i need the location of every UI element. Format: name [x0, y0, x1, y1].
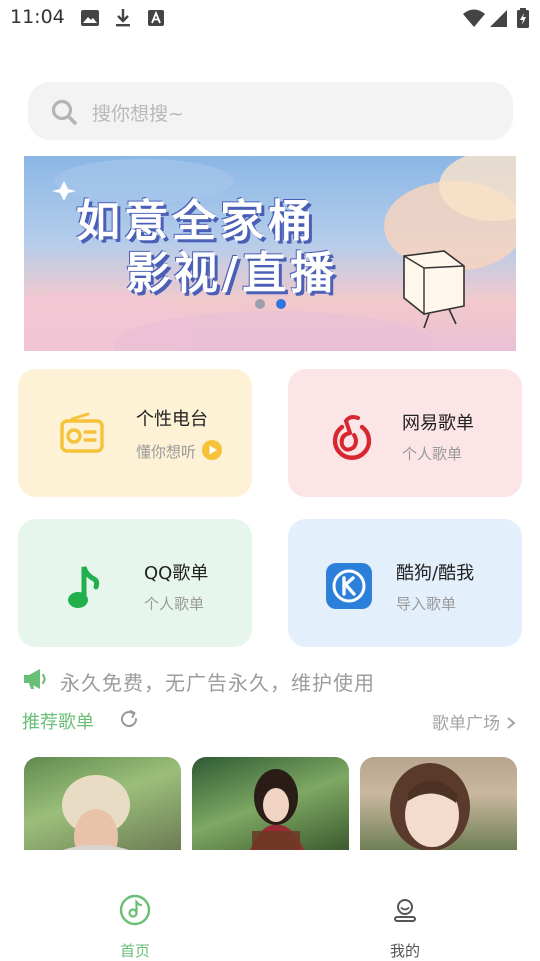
music-disc-icon: [119, 894, 151, 926]
search-icon: [51, 99, 77, 125]
image-notification-icon: [81, 10, 99, 26]
tab-label: 我的: [390, 942, 421, 960]
card-netease-playlist[interactable]: 网易歌单 个人歌单: [288, 369, 522, 497]
search-bar[interactable]: 搜你想搜~: [28, 82, 513, 140]
card-kugou-kuwo[interactable]: 酷狗/酷我 导入歌单: [288, 519, 522, 647]
radio-icon: [60, 412, 104, 453]
card-subtitle: 个人歌单: [144, 595, 205, 613]
carousel-dot[interactable]: [255, 299, 265, 309]
signal-icon: [490, 10, 507, 27]
card-title: 酷狗/酷我: [396, 563, 475, 584]
search-placeholder: 搜你想搜~: [92, 103, 184, 125]
card-title: 网易歌单: [402, 413, 474, 434]
plaza-label: 歌单广场: [432, 714, 500, 734]
promo-banner[interactable]: 如意全家桶 影视/直播: [24, 156, 516, 351]
card-title: 个性电台: [136, 409, 208, 430]
chevron-right-icon: [507, 717, 516, 729]
playlist-cover[interactable]: [192, 757, 349, 850]
playlist-cover-art: [390, 763, 470, 850]
playlist-cover-art: [62, 775, 130, 850]
playlist-cover-art: [250, 769, 304, 850]
tab-label: 首页: [120, 942, 151, 960]
status-time: 11:04: [10, 6, 65, 28]
section-title: 推荐歌单: [22, 712, 94, 733]
refresh-icon[interactable]: [118, 708, 140, 730]
playlist-plaza-link[interactable]: 歌单广场: [432, 709, 517, 734]
bottom-tab-bar: 首页 我的: [0, 870, 540, 960]
download-notification-icon: [116, 9, 130, 27]
kugou-icon: [326, 563, 372, 609]
tab-mine[interactable]: 我的: [370, 894, 440, 960]
carousel-dot-active[interactable]: [276, 299, 286, 309]
profile-icon: [394, 899, 416, 922]
banner-line-1: 如意全家桶: [76, 196, 316, 247]
megaphone-icon: [24, 669, 46, 689]
card-subtitle: 个人歌单: [402, 445, 463, 463]
wifi-icon: [463, 9, 485, 27]
notice-text: 永久免费，无广告永久，维护使用: [60, 671, 375, 695]
card-subtitle: 懂你想听: [136, 443, 197, 461]
card-subtitle: 导入歌单: [396, 595, 457, 613]
card-personal-radio[interactable]: 个性电台 懂你想听: [18, 369, 252, 497]
card-qq-playlist[interactable]: QQ歌单 个人歌单: [18, 519, 252, 647]
font-notification-icon: [148, 10, 164, 26]
tab-home[interactable]: 首页: [100, 894, 170, 960]
playlist-cover[interactable]: [24, 757, 181, 850]
battery-icon: [517, 8, 529, 28]
play-icon[interactable]: [201, 439, 223, 461]
netease-music-icon: [332, 415, 372, 460]
banner-line-2: 影视/直播: [126, 248, 339, 299]
playlist-cover[interactable]: [360, 757, 517, 850]
banner-title: 如意全家桶 影视/直播: [76, 196, 338, 300]
status-bar: 11:04: [0, 0, 540, 38]
card-title: QQ歌单: [144, 563, 209, 584]
qq-music-icon: [68, 566, 100, 608]
